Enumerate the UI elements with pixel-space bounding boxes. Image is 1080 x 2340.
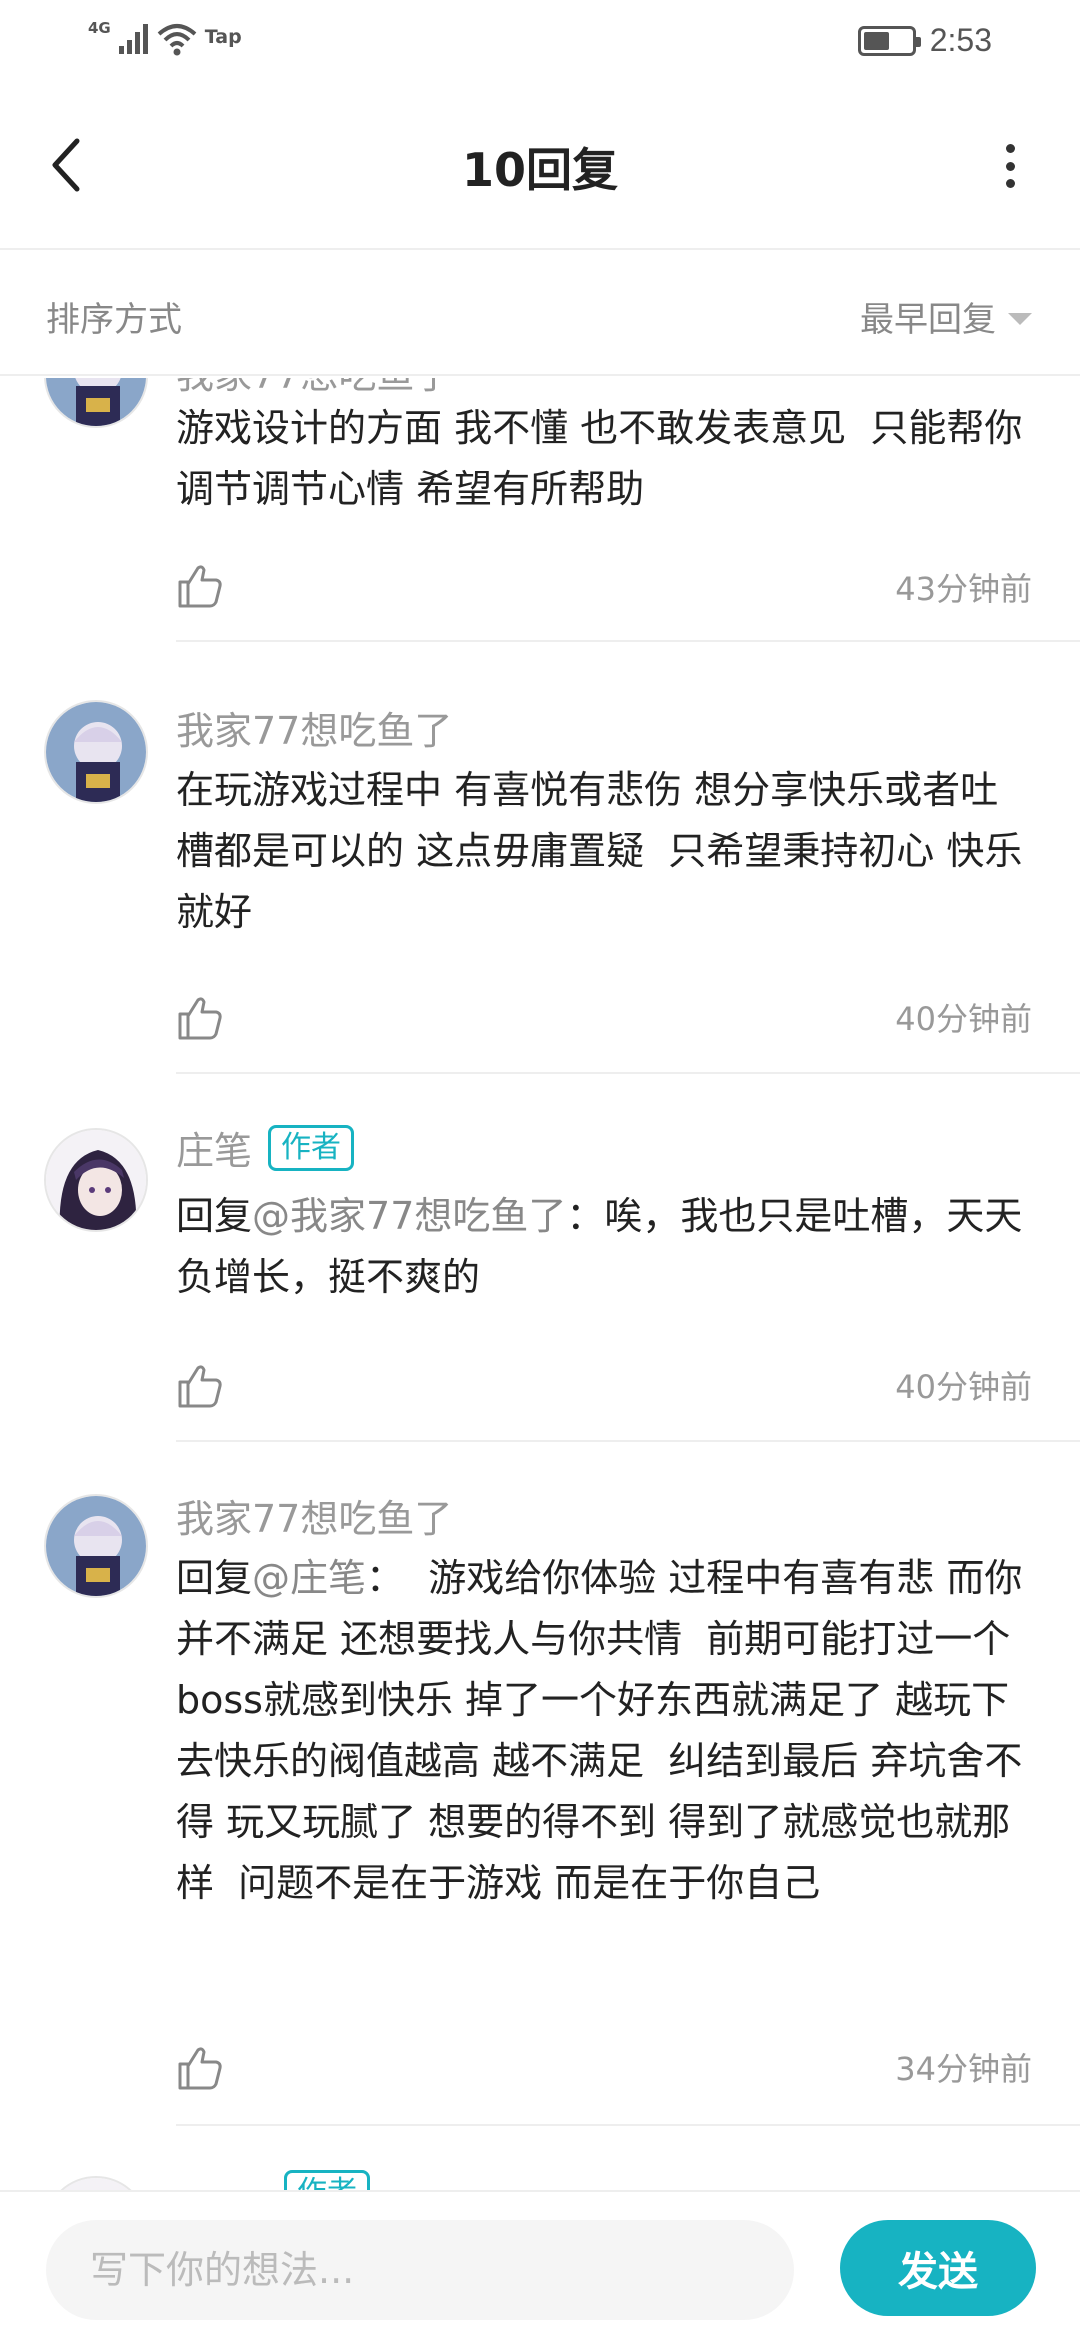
avatar[interactable] <box>44 700 148 804</box>
avatar[interactable] <box>44 1128 148 1232</box>
mention-link[interactable]: @我家77想吃鱼了 <box>252 1194 566 1238</box>
avatar[interactable] <box>44 378 148 428</box>
comment-text: 回复@庄笔： 游戏给你体验 过程中有喜有悲 而你并不满足 还想要找人与你共情 前… <box>176 1548 1036 1914</box>
sort-dropdown[interactable]: 最早回复 <box>860 292 1032 341</box>
comment-time: 43分钟前 <box>895 570 1032 608</box>
thumbs-up-icon[interactable] <box>176 378 224 422</box>
comment-text: 回复@我家77想吃鱼了：唉，我也只是吐槽，天天负增长，挺不爽的 <box>176 1186 1036 1308</box>
comment-time: 40分钟前 <box>895 1000 1032 1038</box>
avatar[interactable] <box>44 2176 148 2190</box>
mention-link[interactable]: @庄笔 <box>252 1556 366 1600</box>
sort-bar: 排序方式 最早回复 <box>0 250 1080 376</box>
status-bar: 4G Tap 2:53 <box>0 0 1080 84</box>
status-right: 2:53 <box>857 22 992 59</box>
caret-down-icon <box>1008 312 1032 325</box>
network-type: 4G <box>88 19 111 37</box>
comment-text: 游戏设计的方面 我不懂 也不敢发表意见 只能帮你调节调节心情 希望有所帮助 <box>176 406 1023 511</box>
comment-username-row: 作者 <box>176 2170 370 2190</box>
comment-input[interactable] <box>46 2220 794 2320</box>
comment-time: 34分钟前 <box>895 2050 1032 2088</box>
status-left: 4G Tap <box>88 19 242 56</box>
comment-username[interactable]: 我家77想吃鱼了 <box>176 700 452 755</box>
comment-list[interactable]: 我家77想吃鱼了 游戏设计的方面 我不懂 也不敢发表意见 只能帮你调节调节心情 … <box>0 378 1080 2190</box>
header: 10回复 <box>0 84 1080 250</box>
reply-body: ： 游戏给你体验 过程中有喜有悲 而你并不满足 还想要找人与你共情 前期可能打过… <box>176 1556 1023 1905</box>
comment-username-row: 庄笔 作者 <box>176 1120 355 1175</box>
comment-item: 我家77想吃鱼了 回复@庄笔： 游戏给你体验 过程中有喜有悲 而你并不满足 还想… <box>0 1442 1080 2126</box>
battery-fill <box>863 31 889 50</box>
author-badge: 作者 <box>284 2170 370 2190</box>
comment-time: 40分钟前 <box>895 1368 1032 1406</box>
wifi-icon <box>157 22 197 56</box>
send-button[interactable]: 发送 <box>840 2220 1036 2316</box>
tap-indicator: Tap <box>204 26 242 48</box>
comment-text: 在玩游戏过程中 有喜悦有悲伤 想分享快乐或者吐槽都是可以的 这点毋庸置疑 只希望… <box>176 768 1023 934</box>
comment-username[interactable]: 庄笔 <box>176 1120 252 1175</box>
reply-prefix: 回复 <box>176 1194 253 1238</box>
comment-item: 我家77想吃鱼了 在玩游戏过程中 有喜悦有悲伤 想分享快乐或者吐槽都是可以的 这… <box>0 642 1080 1074</box>
battery-icon <box>857 25 921 56</box>
avatar[interactable] <box>44 1494 148 1598</box>
page-title: 10回复 <box>461 143 618 197</box>
comment-username[interactable]: 我家77想吃鱼了 <box>176 1488 452 1543</box>
sort-selected-value: 最早回复 <box>860 300 996 340</box>
author-badge: 作者 <box>268 1124 355 1171</box>
clock: 2:53 <box>929 22 992 58</box>
thumbs-up-icon[interactable] <box>176 1362 224 1410</box>
comment-item: 作者 <box>0 2126 1080 2190</box>
reply-prefix: 回复 <box>176 1556 253 1600</box>
thumbs-up-icon[interactable] <box>176 562 224 610</box>
sort-label: 排序方式 <box>46 300 182 340</box>
more-options-icon[interactable] <box>1000 144 1020 188</box>
comment-item: 庄笔 作者 回复@我家77想吃鱼了：唉，我也只是吐槽，天天负增长，挺不爽的 40… <box>0 1074 1080 1442</box>
thumbs-up-icon[interactable] <box>176 2044 224 2092</box>
thumbs-up-icon[interactable] <box>176 994 224 1042</box>
signal-icon <box>118 22 149 56</box>
comment-input-bar: 发送 <box>0 2190 1080 2340</box>
